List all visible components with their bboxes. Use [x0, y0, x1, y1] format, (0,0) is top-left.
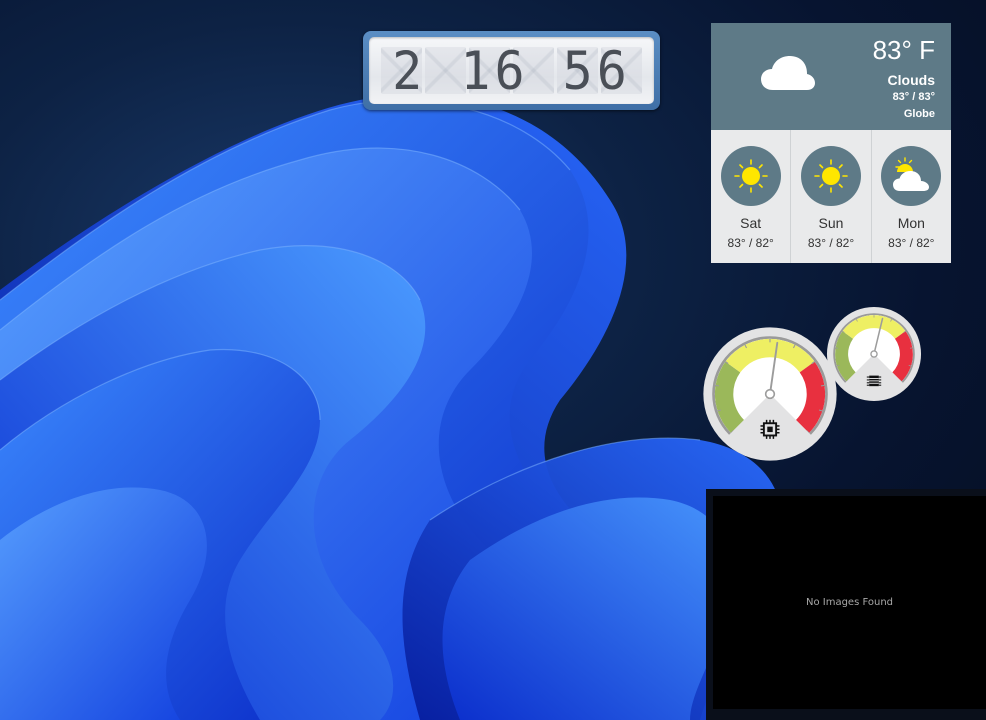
no-images-message: No Images Found — [805, 597, 894, 608]
forecast-day-range: 83° / 82° — [888, 236, 935, 250]
forecast-day: Sun 83° / 82° — [790, 130, 870, 263]
weather-widget[interactable]: 83° F Clouds 83° / 83° Globe Sat 83° / 8… — [711, 23, 951, 263]
cloud-icon — [761, 56, 815, 90]
picture-frame-widget[interactable]: No Images Found — [706, 489, 986, 720]
gauge-tick — [820, 384, 825, 387]
gauge-tick — [715, 384, 720, 387]
current-weather: 83° F Clouds 83° / 83° Globe — [711, 23, 951, 130]
current-high-low: 83° / 83° — [892, 91, 935, 103]
gauge-hub — [870, 350, 878, 358]
cpu-gauge[interactable] — [702, 326, 838, 462]
forecast-day-range: 83° / 82° — [807, 236, 855, 250]
clock-time: 2 16 56 — [392, 40, 631, 101]
gauge-hub — [764, 388, 776, 400]
cpu-chip-icon — [760, 419, 780, 439]
sun-icon — [733, 159, 768, 193]
forecast-day-name: Sat — [740, 215, 762, 231]
current-condition: Clouds — [887, 72, 935, 88]
picture-frame-area: No Images Found — [713, 496, 986, 709]
forecast-day: Sat 83° / 82° — [711, 130, 790, 263]
sun-icon — [814, 159, 848, 193]
forecast-day-range: 83° / 82° — [727, 236, 774, 250]
weather-location: Globe — [903, 108, 935, 120]
ram-gauge[interactable] — [826, 306, 922, 402]
forecast-day-name: Sun — [818, 215, 844, 231]
forecast-day-name: Mon — [897, 215, 925, 231]
digital-clock-widget[interactable]: 2 16 56 — [363, 31, 660, 110]
partly-cloudy-icon — [893, 157, 930, 191]
clock-face: 2 16 56 — [369, 37, 654, 104]
forecast: Sat 83° / 82° Sun 83° / 82° Mon 83° / 82… — [711, 130, 951, 263]
forecast-day: Mon 83° / 82° — [870, 130, 951, 263]
current-temperature: 83° F — [872, 35, 935, 65]
